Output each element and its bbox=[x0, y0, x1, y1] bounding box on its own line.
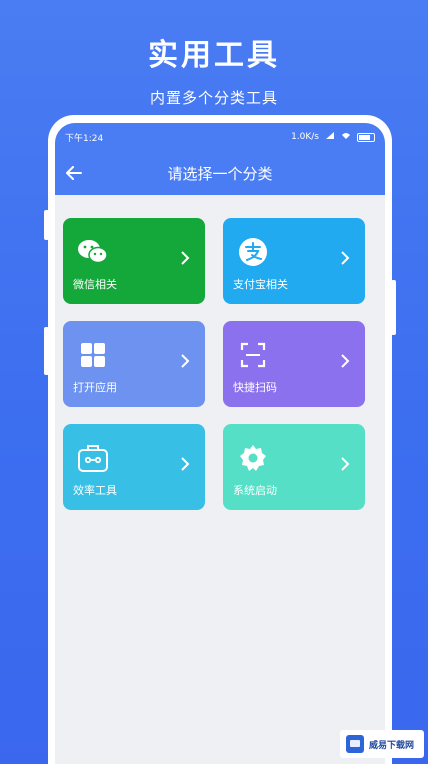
category-label: 支付宝相关 bbox=[233, 278, 288, 291]
watermark-logo-icon bbox=[346, 735, 364, 753]
chevron-right-icon bbox=[341, 251, 350, 265]
hero-subtitle: 内置多个分类工具 bbox=[149, 89, 278, 107]
category-label: 效率工具 bbox=[73, 484, 117, 497]
category-card-efficiency-tools[interactable]: 效率工具 bbox=[63, 424, 205, 510]
wechat-icon bbox=[77, 236, 109, 268]
toolbox-icon bbox=[77, 442, 109, 474]
chevron-right-icon bbox=[181, 251, 190, 265]
category-card-system-launch[interactable]: 系统启动 bbox=[223, 424, 365, 510]
watermark-text: 威易下载网 bbox=[369, 740, 415, 751]
phone-side-button bbox=[44, 327, 49, 375]
gear-icon bbox=[237, 442, 269, 474]
wifi-icon bbox=[341, 132, 351, 143]
site-watermark: 威易下载网 bbox=[340, 730, 424, 758]
alipay-icon bbox=[237, 236, 269, 268]
chevron-right-icon bbox=[181, 457, 190, 471]
phone-frame: 下午1:24 1.0K/s 请选择一个分类 微信相关 支付宝相关 打开应用 快捷… bbox=[44, 115, 396, 764]
app-bar: 请选择一个分类 bbox=[55, 151, 385, 195]
network-speed: 1.0K/s bbox=[291, 132, 319, 142]
category-card-open-app[interactable]: 打开应用 bbox=[63, 321, 205, 407]
battery-icon bbox=[357, 132, 375, 142]
category-card-alipay[interactable]: 支付宝相关 bbox=[223, 218, 365, 304]
back-arrow-icon bbox=[66, 166, 82, 180]
back-button[interactable] bbox=[59, 158, 89, 188]
category-label: 微信相关 bbox=[73, 278, 117, 291]
signal-icon bbox=[325, 131, 335, 143]
category-label: 打开应用 bbox=[73, 381, 117, 394]
apps-grid-icon bbox=[77, 339, 109, 371]
phone-side-button bbox=[44, 210, 49, 240]
app-screen: 下午1:24 1.0K/s 请选择一个分类 微信相关 支付宝相关 打开应用 快捷… bbox=[55, 123, 385, 764]
chevron-right-icon bbox=[341, 354, 350, 368]
category-label: 快捷扫码 bbox=[233, 381, 277, 394]
chevron-right-icon bbox=[341, 457, 350, 471]
category-card-wechat[interactable]: 微信相关 bbox=[63, 218, 205, 304]
category-label: 系统启动 bbox=[233, 484, 277, 497]
status-indicators: 1.0K/s bbox=[291, 131, 375, 143]
status-bar: 下午1:24 1.0K/s bbox=[55, 123, 385, 151]
scan-icon bbox=[237, 339, 269, 371]
status-time: 下午1:24 bbox=[65, 133, 104, 144]
hero-title: 实用工具 bbox=[148, 38, 280, 73]
chevron-right-icon bbox=[181, 354, 190, 368]
page-title: 请选择一个分类 bbox=[167, 164, 273, 183]
category-card-quick-scan[interactable]: 快捷扫码 bbox=[223, 321, 365, 407]
phone-side-button bbox=[391, 280, 396, 335]
